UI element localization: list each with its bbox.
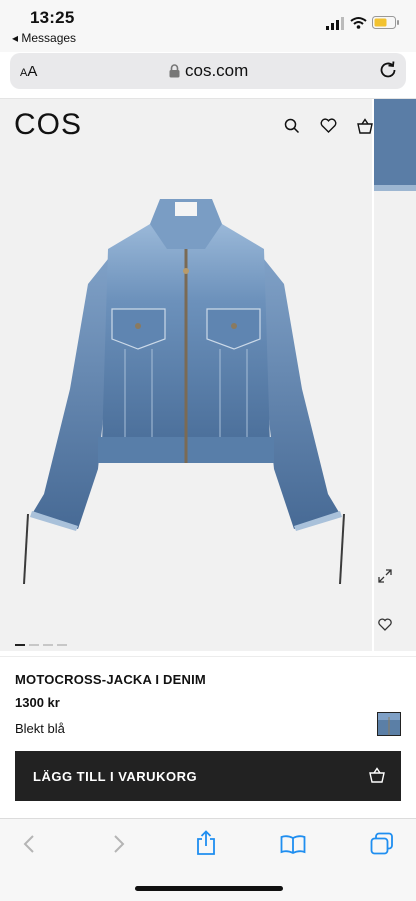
denim-jacket-image [23,199,345,585]
url-domain[interactable]: cos.com [185,61,248,81]
expand-icon[interactable] [378,569,392,583]
wishlist-heart-icon[interactable] [378,618,392,631]
gallery-dot[interactable] [15,643,25,646]
home-indicator [135,886,283,891]
signal-icon [326,17,344,30]
bookmarks-icon[interactable] [280,834,306,854]
back-to-messages-link[interactable]: ◂ Messages [12,31,76,45]
section-divider [0,656,416,657]
tabs-icon[interactable] [370,832,394,855]
swatch-image [378,713,400,735]
back-icon[interactable] [22,834,36,854]
battery-icon [372,16,399,29]
cos-logo[interactable]: COS [14,108,82,142]
cart-bag-icon [369,767,385,783]
search-icon[interactable] [284,118,300,134]
product-title: MOTOCROSS-JACKA I DENIM [15,672,206,687]
gallery-dot[interactable] [43,643,53,646]
text-size-button[interactable]: AA [20,63,37,80]
gallery-dot[interactable] [57,643,67,646]
product-price: 1300 kr [15,695,60,710]
lock-icon [169,64,180,78]
gallery-pagination[interactable] [15,636,71,654]
bag-icon[interactable] [357,118,373,134]
product-image[interactable] [0,99,372,651]
wifi-icon [350,17,367,29]
add-to-cart-button[interactable]: LÄGG TILL I VARUKORG [15,751,401,801]
heart-icon[interactable] [320,118,337,133]
share-icon[interactable] [195,830,217,856]
reload-icon[interactable] [379,60,398,80]
product-color-name: Blekt blå [15,721,65,736]
gallery-dot[interactable] [29,643,39,646]
forward-icon[interactable] [112,834,126,854]
status-time: 13:25 [30,8,75,27]
color-swatch[interactable] [377,712,401,736]
